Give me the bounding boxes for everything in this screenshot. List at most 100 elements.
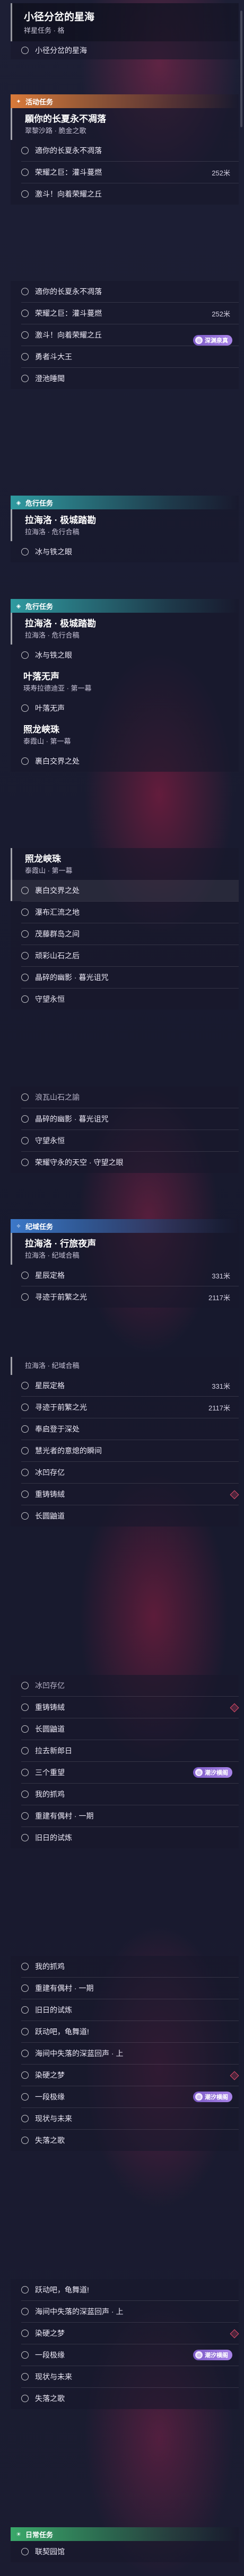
quest-step[interactable]: 瀑布汇流之地 bbox=[11, 902, 239, 923]
quest-step[interactable]: 染硬之梦 bbox=[11, 2323, 239, 2344]
flame-icon: ✦ bbox=[16, 98, 21, 105]
quest-step[interactable]: 冰凹存亿 bbox=[11, 1462, 239, 1483]
quest-step[interactable]: 荣耀之巨：灌斗蔓燃 252米 bbox=[11, 303, 239, 324]
domain-chip[interactable]: ◎ 深渊泉真 bbox=[193, 335, 232, 346]
quest-steps-panel: 跃动吧，龟舞道! 海间中失落的深蓝回声 · 上 染硬之梦 一段极缘 ◎ 潮汐横阁 … bbox=[11, 2279, 239, 2409]
quest-step[interactable]: 我的抓鸡 bbox=[11, 1784, 239, 1805]
category-activity[interactable]: ✦ 活动任务 bbox=[11, 94, 239, 108]
category-domain[interactable]: ◈ 危行任务 bbox=[11, 496, 239, 509]
circle-icon bbox=[21, 1812, 29, 1820]
quest-step[interactable]: 失落之歌 bbox=[11, 2130, 239, 2151]
quest-header[interactable]: 拉海洛 · 行旅夜声 拉海洛 · 纪域合稿 bbox=[11, 1233, 239, 1265]
circle-icon bbox=[21, 704, 29, 712]
quest-step[interactable]: 荣耀之巨：灌斗蔓燃 252米 bbox=[11, 162, 239, 183]
quest-step[interactable]: 顽彩山石之后 bbox=[11, 945, 239, 966]
quest-step[interactable]: 海间中失落的深蓝回声 · 上 bbox=[11, 2301, 239, 2322]
circle-icon bbox=[21, 1704, 29, 1711]
quest-step[interactable]: 浪瓦山石之諭 bbox=[11, 1087, 239, 1108]
quest-step[interactable]: 茂藤群岛之间 bbox=[11, 923, 239, 945]
domain-chip[interactable]: ◎ 潮汐横阁 bbox=[193, 2350, 232, 2360]
quest-step[interactable]: 荣耀守永的天空 · 守望之眼 bbox=[11, 1152, 239, 1173]
quest-step[interactable]: 勇者斗大王 bbox=[11, 346, 239, 367]
circle-icon bbox=[21, 2330, 29, 2337]
quest-step[interactable]: 慧光者的意熄的瞬间 bbox=[11, 1440, 239, 1461]
diamond-marker-icon bbox=[230, 2071, 239, 2080]
quest-step[interactable]: 跃动吧，龟舞道! bbox=[11, 2021, 239, 2042]
quest-step[interactable]: 长圆鼬道 bbox=[11, 1718, 239, 1740]
circle-icon bbox=[21, 1834, 29, 1841]
quest-step[interactable]: 激斗！向着荣耀之丘 ◎ 深渊泉真 bbox=[11, 324, 239, 346]
quest-step[interactable]: 適你的长夏永不凋落 bbox=[11, 140, 239, 161]
circle-icon bbox=[21, 1984, 29, 1992]
tracked-quest-subtitle: 祥星任务 · 格 bbox=[24, 27, 65, 34]
quest-step[interactable]: 海间中失落的深蓝回声 · 上 bbox=[11, 2043, 239, 2064]
quest-step[interactable]: 长圆鼬道 bbox=[11, 1505, 239, 1527]
quest-step[interactable]: 適你的长夏永不凋落 bbox=[11, 281, 239, 302]
quest-step[interactable]: 拉去新郎日 bbox=[11, 1740, 239, 1761]
domain-chip[interactable]: ◎ 潮汐横阁 bbox=[193, 1767, 232, 1778]
quest-step[interactable]: 重铸铸絨 bbox=[11, 1484, 239, 1505]
quest-step[interactable]: 寻迹于前繁之光 2117米 bbox=[11, 1397, 239, 1418]
quest-step[interactable]: 晶碎的幽影 · 暮光诅咒 bbox=[11, 967, 239, 988]
quest-header[interactable]: 拉海洛 · 极城踏勘 拉海洛 · 危行合稿 bbox=[11, 509, 239, 541]
circle-icon bbox=[21, 1159, 29, 1166]
quest-step[interactable]: 星辰定格 331米 bbox=[11, 1265, 239, 1286]
quest-step[interactable]: 旧日的试炼 bbox=[11, 1999, 239, 2021]
quest-step[interactable]: 失落之歌 bbox=[11, 2388, 239, 2409]
circle-icon bbox=[21, 2351, 29, 2359]
quest-step[interactable]: 晶碎的幽影 · 暮光诅咒 bbox=[11, 1108, 239, 1130]
quest-step[interactable]: 旧日的试炼 bbox=[11, 1827, 239, 1848]
quest-step[interactable]: 联契园馆 bbox=[11, 2541, 239, 2562]
circle-icon bbox=[21, 1447, 29, 1454]
circle-icon bbox=[21, 375, 29, 382]
quest-header[interactable]: 拉海洛 · 极城踏勘 拉海洛 · 危行合稿 bbox=[11, 613, 239, 645]
quest-header[interactable]: 照龙峡珠 泰霞山 · 第一幕 bbox=[11, 848, 239, 880]
circle-icon bbox=[21, 1747, 29, 1754]
domain-chip[interactable]: ◎ 潮汐横阁 bbox=[193, 2092, 232, 2102]
quest-step[interactable]: 澄池睡聞 bbox=[11, 368, 239, 389]
quest-header[interactable]: 願你的长夏永不凋落 翠黎沙路 · 脆金之歌 bbox=[11, 108, 239, 140]
quest-step[interactable]: 一段极缘 ◎ 潮汐横阁 bbox=[11, 2086, 239, 2107]
quest-step[interactable]: 裹白交界之处 bbox=[11, 880, 239, 901]
circle-icon bbox=[21, 353, 29, 360]
circle-icon bbox=[21, 147, 29, 154]
quest-step[interactable]: 守望永恒 bbox=[11, 989, 239, 1010]
quest-step[interactable]: 三个重望 ◎ 潮汐横阁 bbox=[11, 1762, 239, 1783]
quest-step[interactable]: 我的抓鸡 bbox=[11, 1956, 239, 1977]
circle-icon bbox=[21, 2071, 29, 2079]
quest-step[interactable]: 激斗！向着荣耀之丘 bbox=[11, 183, 239, 205]
quest-header[interactable]: 照龙峡珠 泰霞山 · 第一幕 bbox=[11, 719, 239, 751]
quest-step[interactable]: 染硬之梦 bbox=[11, 2065, 239, 2086]
category-legend[interactable]: ✧ 纪域任务 bbox=[11, 1219, 239, 1233]
quest-step[interactable]: 一段极缘 ◎ 潮汐横阁 bbox=[11, 2344, 239, 2366]
quest-step[interactable]: 跃动吧，龟舞道! bbox=[11, 2279, 239, 2300]
quest-step[interactable]: 重建有偶村 · 一期 bbox=[11, 1978, 239, 1999]
quest-step[interactable]: 冰凹存亿 bbox=[11, 1675, 239, 1696]
quest-step[interactable]: 冰与铁之眼 bbox=[11, 541, 239, 562]
quest-step[interactable]: 奉启登于深处 bbox=[11, 1418, 239, 1440]
category-daily[interactable]: ☀ 日常任务 bbox=[11, 2527, 239, 2541]
quest-step[interactable]: 重铸铸絨 bbox=[11, 1697, 239, 1718]
quest-step[interactable]: 守望永恒 bbox=[11, 1130, 239, 1151]
circle-icon bbox=[21, 1769, 29, 1776]
quest-step[interactable]: 小径分岔的星海 bbox=[11, 41, 239, 59]
quest-header[interactable]: 拉海洛 · 纪域合稿 bbox=[11, 1357, 239, 1375]
quest-step[interactable]: 裹白交界之处 bbox=[11, 751, 239, 772]
diamond-marker-icon bbox=[230, 1490, 239, 1499]
domain-panel: ◈ 危行任务 拉海洛 · 极城踏勘 拉海洛 · 危行合稿 冰与铁之眼 bbox=[11, 496, 239, 562]
quest-step[interactable]: 冰与铁之眼 bbox=[11, 645, 239, 666]
quest-step[interactable]: 重建有偶村 · 一期 bbox=[11, 1805, 239, 1827]
swirl-icon: ◎ bbox=[195, 2093, 203, 2101]
tracked-quest-header[interactable]: 小径分岔的星海 祥星任务 · 格 bbox=[11, 3, 239, 41]
quest-header[interactable]: 叶落无声 瑛寿拉德迪亚 · 第一幕 bbox=[11, 666, 239, 698]
quest-step[interactable]: 叶落无声 bbox=[11, 698, 239, 719]
category-domain[interactable]: ◈ 危行任务 bbox=[11, 599, 239, 613]
circle-icon bbox=[21, 1512, 29, 1520]
quest-step[interactable]: 现状与未来 bbox=[11, 2108, 239, 2129]
circle-icon bbox=[21, 2395, 29, 2402]
circle-icon bbox=[21, 2115, 29, 2122]
quest-step[interactable]: 星辰定格 331米 bbox=[11, 1375, 239, 1396]
scrollbar[interactable] bbox=[240, 11, 242, 127]
quest-step[interactable]: 寻迹于前繁之光 2117米 bbox=[11, 1286, 239, 1308]
quest-step[interactable]: 现状与未来 bbox=[11, 2366, 239, 2387]
